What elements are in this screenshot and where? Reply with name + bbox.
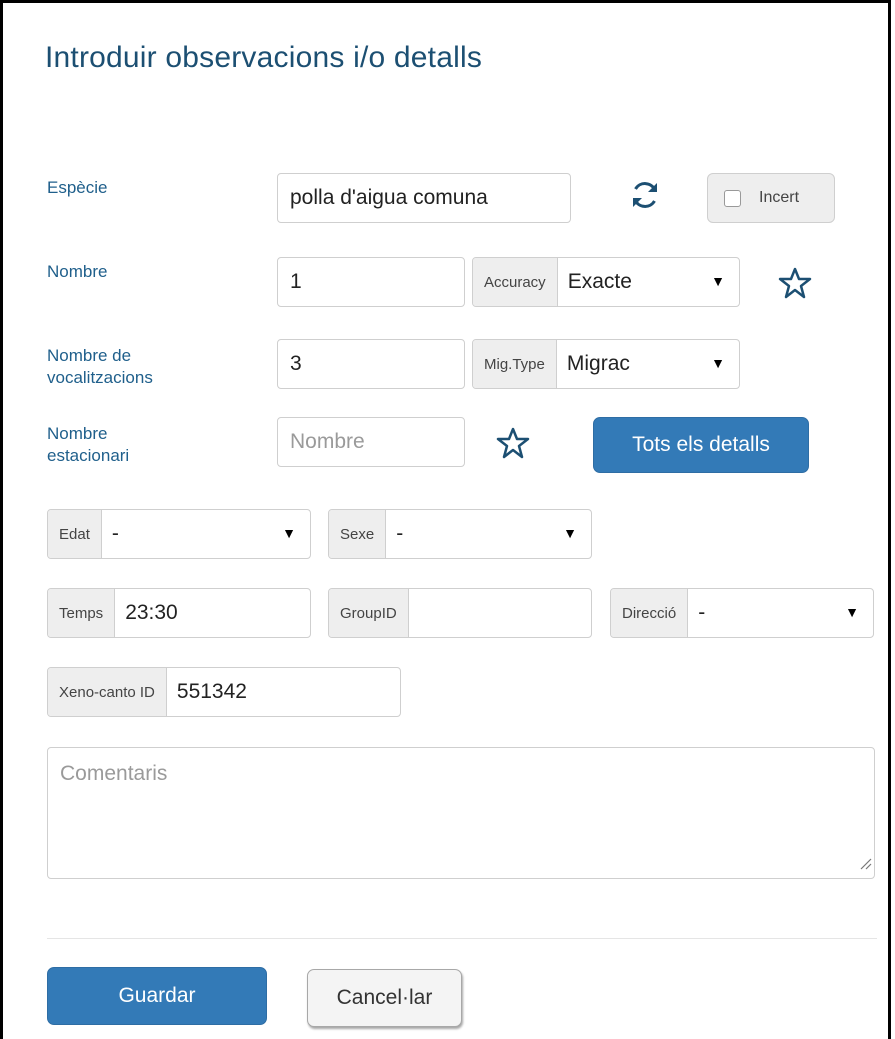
accuracy-addon: Accuracy: [473, 258, 558, 306]
refresh-icon[interactable]: [623, 175, 667, 215]
comments-placeholder: Comentaris: [60, 762, 168, 785]
chevron-down-icon: ▼: [563, 525, 577, 542]
observation-dialog: Introduir observacions i/o detalls Espèc…: [0, 0, 891, 1039]
number-label: Nombre: [47, 262, 108, 281]
migtype-value: Migrac: [566, 352, 630, 375]
stationary-label-line1: Nombre: [47, 424, 108, 443]
xenocanto-addon: Xeno-canto ID: [48, 668, 167, 716]
cancel-button[interactable]: Cancel·lar: [307, 969, 462, 1027]
species-input[interactable]: polla d'aigua comuna: [277, 173, 571, 223]
direction-addon: Direcció: [611, 589, 689, 637]
age-value: -: [111, 522, 119, 545]
dialog-title: Introduir observacions i/o detalls: [45, 41, 483, 74]
chevron-down-icon: ▼: [711, 273, 725, 290]
chevron-down-icon: ▼: [711, 355, 725, 372]
accuracy-select[interactable]: Exacte ▼: [558, 258, 739, 306]
sex-select[interactable]: - ▼: [386, 510, 591, 558]
star-icon[interactable]: [493, 425, 533, 461]
save-button[interactable]: Guardar: [47, 967, 267, 1025]
stationary-input[interactable]: Nombre: [277, 417, 465, 467]
resize-handle-icon[interactable]: [858, 852, 872, 876]
vocalizations-input[interactable]: 3: [277, 339, 465, 389]
groupid-addon: GroupID: [329, 589, 409, 637]
time-addon: Temps: [48, 589, 116, 637]
xenocanto-input[interactable]: 551342: [167, 668, 400, 716]
sex-select-group[interactable]: Sexe - ▼: [328, 509, 592, 559]
vocalizations-label-line1: Nombre de: [47, 346, 132, 365]
footer-divider: [47, 938, 877, 939]
time-input[interactable]: 23:30: [115, 589, 310, 637]
species-label: Espècie: [47, 178, 108, 197]
uncertain-toggle[interactable]: Incert: [707, 173, 835, 223]
age-addon: Edat: [48, 510, 102, 558]
age-select-group[interactable]: Edat - ▼: [47, 509, 311, 559]
direction-select-group[interactable]: Direcció - ▼: [610, 588, 874, 638]
stationary-label: Nombre estacionari: [47, 423, 129, 467]
uncertain-label: Incert: [759, 189, 800, 206]
age-select[interactable]: - ▼: [102, 510, 310, 558]
vocalizations-label: Nombre de vocalitzacions: [47, 345, 153, 389]
accuracy-value: Exacte: [567, 270, 632, 293]
migtype-addon: Mig.Type: [473, 340, 557, 388]
uncertain-checkbox[interactable]: [724, 189, 741, 207]
groupid-input[interactable]: [409, 589, 591, 637]
comments-textarea[interactable]: Comentaris: [47, 747, 875, 879]
chevron-down-icon: ▼: [282, 525, 296, 542]
star-icon[interactable]: [775, 265, 815, 301]
vocalizations-label-line2: vocalitzacions: [47, 368, 153, 387]
xenocanto-input-group[interactable]: Xeno-canto ID 551342: [47, 667, 401, 717]
stationary-label-line2: estacionari: [47, 446, 130, 465]
number-input[interactable]: 1: [277, 257, 465, 307]
all-details-button[interactable]: Tots els detalls: [593, 417, 809, 473]
groupid-input-group[interactable]: GroupID: [328, 588, 592, 638]
sex-addon: Sexe: [329, 510, 387, 558]
accuracy-select-group[interactable]: Accuracy Exacte ▼: [472, 257, 740, 307]
direction-select[interactable]: - ▼: [688, 589, 873, 637]
sex-value: -: [396, 522, 404, 545]
time-input-group[interactable]: Temps 23:30: [47, 588, 311, 638]
migtype-select[interactable]: Migrac ▼: [557, 340, 739, 388]
migtype-select-group[interactable]: Mig.Type Migrac ▼: [472, 339, 740, 389]
chevron-down-icon: ▼: [845, 604, 859, 621]
direction-value: -: [698, 601, 706, 624]
